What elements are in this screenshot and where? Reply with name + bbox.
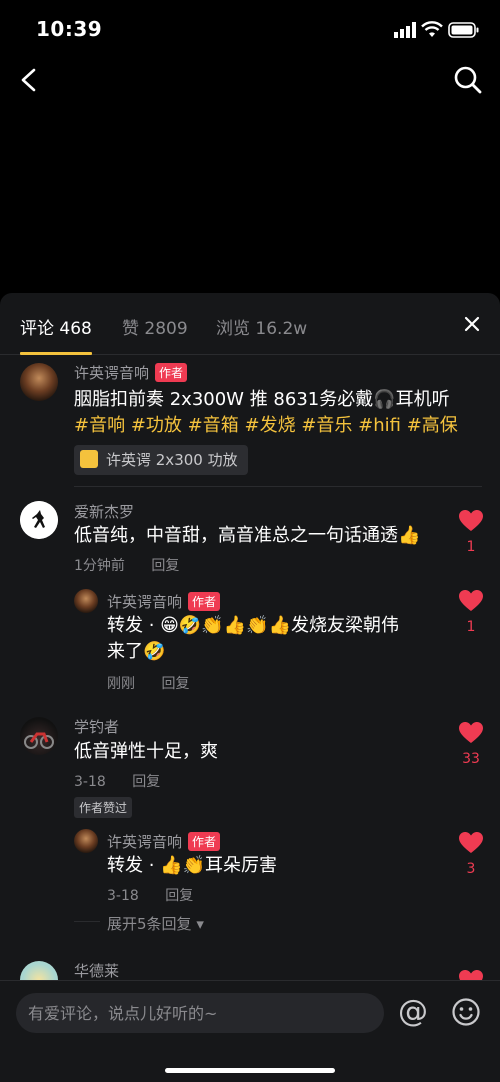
heart-icon (459, 722, 483, 743)
close-icon[interactable] (460, 312, 484, 336)
avatar[interactable] (20, 501, 58, 539)
battery-icon (448, 22, 479, 38)
like-button[interactable]: 1 (451, 589, 491, 635)
author-badge: 作者 (188, 832, 221, 851)
wifi-icon (421, 21, 443, 37)
hashtag[interactable]: #音箱 (188, 415, 239, 436)
author-badge: 作者 (188, 592, 221, 611)
back-button[interactable] (14, 64, 44, 96)
like-count: 3 (466, 861, 476, 877)
reply-button[interactable]: 回复 (151, 558, 179, 574)
comment-username[interactable]: 爱新杰罗 (74, 501, 134, 522)
comment-username[interactable]: 华德莱 (74, 960, 119, 981)
status-bar: 10:39 (0, 0, 500, 60)
hashtag[interactable]: #发烧 (244, 415, 295, 436)
like-button[interactable]: 3 (451, 831, 491, 877)
author-liked-badge: 作者赞过 (74, 797, 133, 818)
reply-username[interactable]: 许英谔音响 作者 (107, 831, 221, 852)
reply-time: 刚刚 (107, 676, 135, 692)
reply-text-continued: 来了🤣 (107, 641, 166, 662)
active-tab-indicator (20, 352, 92, 355)
cellular-signal-icon (394, 22, 416, 38)
reply-text: 转发 · 👍👏耳朵厉害 (107, 855, 277, 876)
jumpman-logo-icon (20, 501, 58, 539)
like-count: 1 (466, 539, 476, 555)
comment-text: 低音纯，中音甜，高音准总之一句话通透👍 (74, 525, 421, 546)
emoji-icon[interactable] (451, 997, 481, 1027)
like-button[interactable]: 1 (451, 509, 491, 555)
motorcycle-avatar-icon (24, 732, 54, 749)
heart-icon (459, 832, 483, 853)
cart-icon (80, 450, 98, 468)
post-hashtags: #音响 #功放 #音箱 #发烧 #音乐 #hifi #高保 (74, 413, 474, 439)
comment-username[interactable]: 学钓者 (74, 716, 119, 737)
comment-tabs: 评论 468 赞 2809 浏览 16.2w (0, 293, 500, 355)
comment-username[interactable]: 许英谔音响 作者 (74, 362, 188, 383)
heart-icon (459, 510, 483, 531)
comment-meta: 3-18 回复 (74, 771, 182, 791)
mention-at-icon[interactable]: @ (396, 995, 430, 1031)
like-count: 33 (462, 751, 480, 767)
reply-username[interactable]: 许英谔音响 作者 (107, 591, 221, 612)
hashtag[interactable]: #音响 (74, 415, 125, 436)
tab-comments[interactable]: 评论 468 (20, 314, 92, 339)
avatar[interactable] (20, 363, 58, 401)
avatar[interactable] (20, 717, 58, 755)
comment-meta: 1分钟前 回复 (74, 555, 201, 575)
search-icon[interactable] (452, 64, 484, 96)
avatar[interactable] (74, 589, 98, 613)
tab-likes[interactable]: 赞 2809 (122, 314, 188, 339)
expand-divider (74, 921, 100, 922)
chevron-down-icon: ▾ (196, 915, 204, 933)
status-time: 10:39 (36, 17, 103, 41)
hashtag[interactable]: #音乐 (301, 415, 352, 436)
like-button[interactable]: 33 (451, 721, 491, 767)
post-text: 胭脂扣前奏 2x300W 推 8631务必戴🎧耳机听 (74, 389, 450, 410)
reply-time: 3-18 (107, 888, 139, 904)
hashtag[interactable]: #hifi (358, 415, 401, 436)
comment-text: 低音弹性十足，爽 (74, 741, 218, 762)
like-count: 1 (466, 619, 476, 635)
comment-sheet: 评论 468 赞 2809 浏览 16.2w 许英谔音响 作者 胭脂扣前奏 2x3… (0, 293, 500, 1082)
heart-icon (459, 590, 483, 611)
hashtag[interactable]: #高保 (407, 415, 458, 436)
reply-text: 转发 · 😁🤣👏👍👏👍发烧友梁朝伟 (107, 615, 399, 636)
author-badge: 作者 (155, 363, 188, 382)
divider (74, 486, 482, 487)
reply-button[interactable]: 回复 (165, 888, 193, 904)
comment-input[interactable] (16, 993, 384, 1033)
reply-button[interactable]: 回复 (132, 774, 160, 790)
product-link[interactable]: 许英谔 2x300 功放 (74, 445, 248, 475)
comment-input-bar: @ (0, 980, 500, 1082)
expand-replies-button[interactable]: 展开5条回复 ▾ (107, 913, 204, 934)
hashtag[interactable]: #功放 (131, 415, 182, 436)
reply-meta: 3-18 回复 (107, 885, 215, 905)
avatar[interactable] (74, 829, 98, 853)
reply-meta: 刚刚 回复 (107, 673, 211, 693)
tab-views[interactable]: 浏览 16.2w (216, 314, 307, 339)
reply-button[interactable]: 回复 (161, 676, 189, 692)
home-indicator (165, 1068, 335, 1073)
comment-time: 3-18 (74, 774, 106, 790)
comment-time: 1分钟前 (74, 558, 125, 574)
